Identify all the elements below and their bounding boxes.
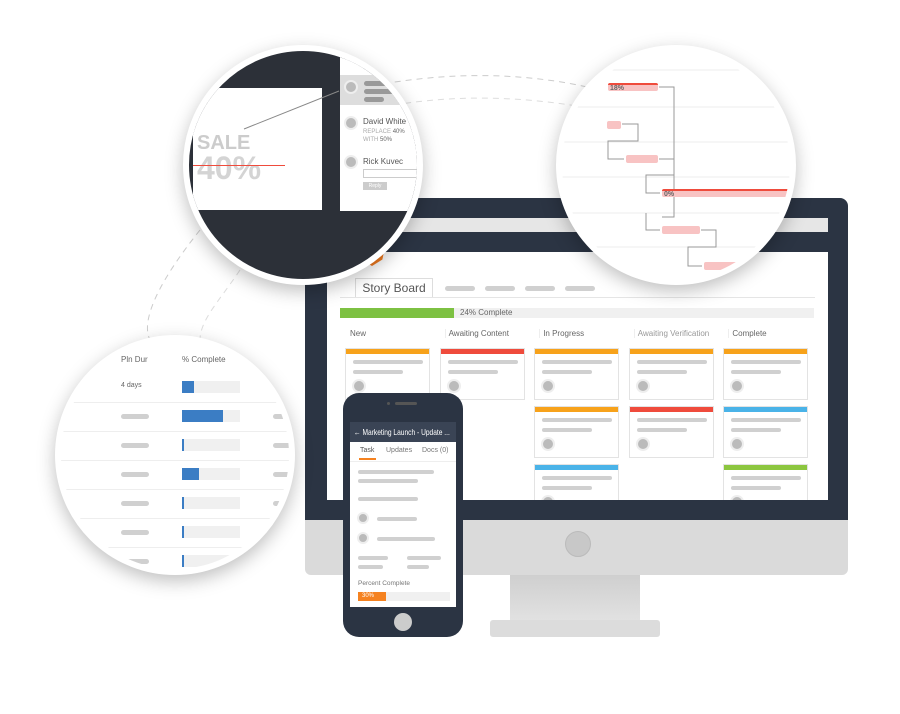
avatar: [635, 437, 650, 451]
table-row[interactable]: [61, 519, 289, 548]
avatar: [357, 532, 369, 544]
table-row[interactable]: [61, 432, 289, 461]
table-row[interactable]: [61, 403, 289, 432]
gantt-zoom-circle: 18% 0%: [556, 45, 796, 285]
table-row[interactable]: [61, 490, 289, 519]
story-card[interactable]: [723, 464, 809, 500]
reply-button[interactable]: Reply: [363, 182, 387, 190]
avatar: [730, 437, 745, 451]
progress-label: 24% Complete: [460, 308, 513, 317]
avatar: [344, 155, 358, 169]
avatar: [635, 379, 650, 393]
percent-complete-bar: [182, 555, 240, 567]
avatar: [357, 512, 369, 524]
percent-complete-bar: [182, 439, 240, 451]
avatar: [730, 379, 745, 393]
gantt-bar[interactable]: [607, 121, 621, 129]
monitor-base: [490, 620, 660, 637]
column-header: In Progress: [539, 329, 584, 338]
story-card[interactable]: [628, 406, 714, 458]
phone-tab-updates[interactable]: Updates: [386, 447, 412, 454]
phone-tab-docs[interactable]: Docs (0): [422, 447, 448, 454]
avatar: [730, 495, 745, 500]
home-button[interactable]: [394, 613, 412, 631]
percent-complete-bar: [182, 497, 240, 509]
monitor-button: [565, 531, 591, 557]
percent-complete-bar: 30%: [358, 592, 450, 601]
tab-placeholder[interactable]: [485, 286, 515, 291]
tab-story-board[interactable]: Story Board: [355, 278, 433, 298]
avatar: [541, 437, 556, 451]
percent-complete-bar: [182, 381, 240, 393]
story-card[interactable]: [534, 348, 620, 400]
column-header: Awaiting Verification: [633, 329, 709, 338]
story-card[interactable]: [723, 348, 809, 400]
phone-tab-task[interactable]: Task: [360, 447, 374, 454]
gantt-bar[interactable]: [626, 155, 658, 163]
avatar: [344, 116, 358, 130]
comments-zoom-circle: SALE 40% David White REPLACE 40% WITH 50…: [183, 45, 423, 285]
gantt-bar[interactable]: [704, 262, 744, 270]
tab-placeholder[interactable]: [565, 286, 595, 291]
story-card[interactable]: [534, 464, 620, 500]
story-card[interactable]: [534, 406, 620, 458]
story-card[interactable]: [439, 348, 525, 400]
reply-input[interactable]: [363, 169, 417, 178]
table-row[interactable]: [61, 461, 289, 490]
progress-bar: 24% Complete: [340, 308, 814, 318]
avatar: [541, 379, 556, 393]
avatar: [352, 379, 366, 393]
gantt-bar[interactable]: 18%: [608, 83, 658, 92]
table-row[interactable]: 4 days: [61, 374, 289, 403]
percent-complete-bar: [182, 410, 240, 422]
back-arrow-icon[interactable]: ←: [354, 422, 362, 442]
percent-complete-bar: [182, 526, 240, 538]
comment-author: David White: [363, 117, 407, 126]
column-header: Complete: [728, 329, 767, 338]
tab-placeholder[interactable]: [525, 286, 555, 291]
phone-title: Marketing Launch - Update ...: [362, 427, 450, 437]
column-header: Awaiting Content: [444, 329, 509, 338]
tab-placeholder[interactable]: [445, 286, 475, 291]
phone-screen: ← Marketing Launch - Update ... Task Upd…: [350, 422, 456, 607]
gantt-bar[interactable]: [662, 226, 700, 234]
gantt-bar[interactable]: 0%: [662, 189, 790, 198]
comment-author: Rick Kuvec: [363, 157, 404, 166]
story-card[interactable]: [628, 348, 714, 400]
avatar: [344, 80, 358, 94]
avatar: [541, 495, 556, 500]
duration: 4 days: [121, 382, 142, 389]
percent-complete-label: Percent Complete: [358, 580, 411, 587]
table-zoom-circle: Pln Dur % Complete 4 days: [55, 335, 295, 575]
phone-header: ← Marketing Launch - Update ...: [350, 422, 456, 442]
column-header: New: [350, 329, 367, 338]
comments-panel: David White REPLACE 40% WITH 50% Rick Ku…: [340, 51, 417, 211]
column-header-percent-complete[interactable]: % Complete: [182, 355, 226, 364]
column-header-pln-dur[interactable]: Pln Dur: [121, 355, 148, 364]
percent-complete-bar: [182, 468, 240, 480]
story-card[interactable]: [723, 406, 809, 458]
phone: ← Marketing Launch - Update ... Task Upd…: [343, 393, 463, 637]
avatar: [446, 379, 461, 393]
